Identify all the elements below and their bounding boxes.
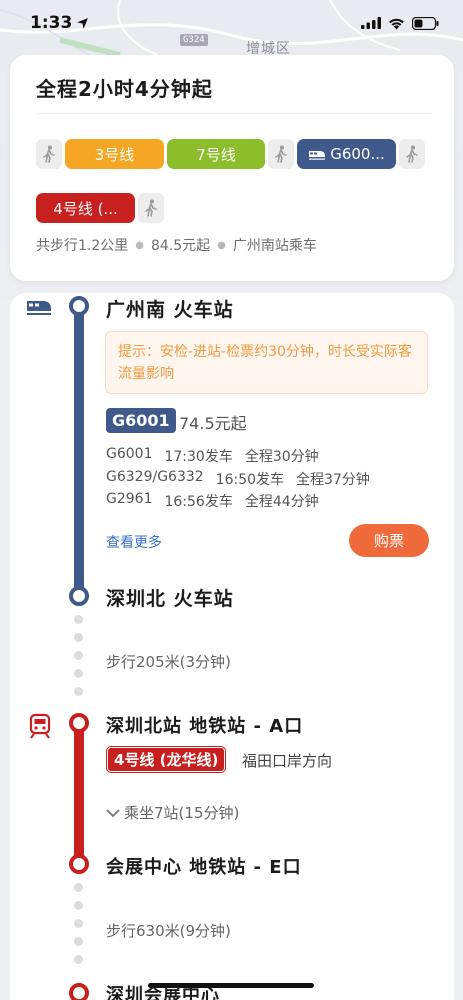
metro-route-line <box>74 723 84 863</box>
walking-person-icon <box>43 145 55 163</box>
total-duration-title: 全程2小时4分钟起 <box>36 77 213 101</box>
subway-icon <box>29 713 51 739</box>
cellular-signal-icon <box>361 17 381 29</box>
station-node <box>69 854 89 874</box>
battery-icon <box>412 16 439 30</box>
station-node <box>69 586 89 606</box>
rail-route-line <box>74 305 84 597</box>
route-summary-card[interactable]: 全程2小时4分钟起 3号线 7号线 G600... 4号线 (... 共步行1.… <box>10 55 454 281</box>
walking-person-icon <box>275 145 287 163</box>
separator-dot: ● <box>217 239 226 251</box>
high-speed-train-icon <box>309 151 326 160</box>
separator-dot: ● <box>135 239 144 251</box>
walk-distance-total: 共步行1.2公里 <box>36 238 129 254</box>
walk-path-dot <box>74 919 83 928</box>
location-arrow-icon <box>77 17 89 29</box>
status-time: 1:33 <box>30 13 89 33</box>
walk-path-dot <box>74 937 83 946</box>
train-option-row[interactable]: G6001 17:30发车 全程30分钟 <box>106 446 319 466</box>
train-option-row[interactable]: G6329/G6332 16:50发车 全程37分钟 <box>106 469 370 489</box>
walk-path-dot <box>74 955 83 964</box>
home-indicator[interactable] <box>148 983 314 988</box>
divider <box>36 113 432 114</box>
metro-line-3-chip: 3号线 <box>65 139 164 169</box>
walk-segment-text[interactable]: 步行205米(3分钟) <box>106 651 231 672</box>
walk-segment-chip <box>268 139 294 169</box>
security-check-tip: 提示：安检-进站-检票约30分钟，时长受实际客流量影响 <box>105 331 428 394</box>
walk-path-dot <box>74 669 83 678</box>
boarding-station: 广州南站乘车 <box>232 238 317 254</box>
metro-station-name[interactable]: 深圳北站 地铁站 - A口 <box>106 712 303 738</box>
walk-path-dot <box>74 883 83 892</box>
route-meta: 共步行1.2公里 ● 84.5元起 ● 广州南站乘车 <box>36 235 317 255</box>
chevron-down-icon <box>106 808 120 817</box>
walk-path-dot <box>74 651 83 660</box>
walk-segment-chip <box>399 139 425 169</box>
route-detail-panel[interactable]: 广州南 火车站 提示：安检-进站-检票约30分钟，时长受实际客流量影响 G600… <box>10 293 454 1000</box>
metro-line-7-chip: 7号线 <box>167 139 265 169</box>
station-node <box>69 983 89 1000</box>
walk-path-dot <box>74 901 83 910</box>
buy-ticket-button[interactable]: 购票 <box>349 524 429 557</box>
walk-segment-text[interactable]: 步行630米(9分钟) <box>106 920 231 941</box>
train-number-badge: G6001 <box>106 408 176 433</box>
train-option-row[interactable]: G2961 16:56发车 全程44分钟 <box>106 491 319 511</box>
train-icon <box>27 301 51 315</box>
walk-path-dot <box>74 633 83 642</box>
ride-stops-toggle[interactable]: 乘坐7站(15分钟) <box>106 802 239 823</box>
view-more-link[interactable]: 查看更多 <box>106 532 162 552</box>
metro-line-4-chip: 4号线 (... <box>36 193 135 223</box>
origin-station-name[interactable]: 广州南 火车站 <box>106 295 234 322</box>
metro-direction: 福田口岸方向 <box>242 752 333 770</box>
station-node <box>69 296 89 316</box>
walk-path-dot <box>74 615 83 624</box>
train-g6001-chip: G600... <box>297 139 396 169</box>
wifi-icon <box>389 18 404 29</box>
walk-segment-chip <box>36 139 62 169</box>
train-price: 74.5元起 <box>179 414 247 433</box>
metro-exit-station-name[interactable]: 会展中心 地铁站 - E口 <box>106 853 302 879</box>
walking-person-icon <box>406 145 418 163</box>
price-from: 84.5元起 <box>151 238 211 254</box>
arrival-station-name[interactable]: 深圳北 火车站 <box>106 584 234 611</box>
walking-person-icon <box>145 199 157 217</box>
station-node <box>69 713 89 733</box>
status-icons <box>361 16 439 30</box>
walk-path-dot <box>74 687 83 696</box>
metro-line-badge: 4号线 (龙华线) <box>107 747 226 772</box>
status-bar: 1:33 <box>0 0 463 46</box>
walk-segment-chip <box>138 193 164 223</box>
